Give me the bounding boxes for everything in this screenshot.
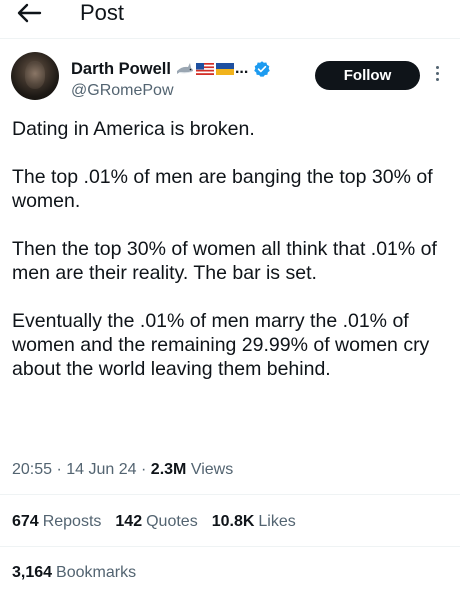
views-count: 2.3M [150,461,187,478]
engagement-stats: 674 Reposts 142 Quotes 10.8K Likes [12,512,296,532]
avatar[interactable] [11,52,59,100]
reposts-stat[interactable]: 674 Reposts [12,512,101,532]
tweet-text: Dating in America is broken. The top .01… [12,117,452,381]
page-title: Post [80,0,125,25]
author-name-row: Darth Powell ... [71,58,271,80]
tweet-paragraph: Dating in America is broken. [12,118,255,140]
display-name[interactable]: Darth Powell [71,59,171,79]
shark-emoji-icon [176,63,193,74]
verified-badge-icon [254,61,271,77]
reposts-label: Reposts [42,513,102,530]
tweet-paragraph: Then the top 30% of women all think that… [12,238,437,284]
tweet-paragraph: Eventually the .01% of men marry the .01… [12,310,430,380]
meta-separator: · [56,461,62,478]
follow-button[interactable]: Follow [315,61,420,90]
tweet-time[interactable]: 20:55 [12,461,52,478]
tweet-paragraph: The top .01% of men are banging the top … [12,166,433,212]
meta-separator: · [141,461,147,478]
header-divider [0,38,460,39]
back-button[interactable] [16,2,42,24]
views-label: Views [190,461,234,478]
arrow-left-icon [17,3,42,23]
more-vertical-icon [435,66,439,69]
name-emojis [176,62,234,76]
quotes-count: 142 [115,513,143,530]
post-header: Post [0,0,460,34]
likes-label: Likes [258,513,296,530]
more-options-button[interactable] [433,66,441,84]
tweet-meta: 20:55 · 14 Jun 24 · 2.3M Views [12,460,233,480]
likes-count: 10.8K [211,513,255,530]
meta-divider [0,494,460,495]
author-handle[interactable]: @GRomePow [71,81,174,101]
stats-divider [0,546,460,547]
name-ellipsis: ... [234,60,249,77]
bookmarks-count: 3,164 [12,564,53,581]
bookmarks-label: Bookmarks [56,564,137,581]
bookmarks-stat[interactable]: 3,164 Bookmarks [12,563,136,583]
reposts-count: 674 [12,513,39,530]
us-flag-emoji-icon [195,63,214,75]
likes-stat[interactable]: 10.8K Likes [212,512,296,532]
tweet-date[interactable]: 14 Jun 24 [66,461,136,478]
quotes-stat[interactable]: 142 Quotes [115,512,197,532]
quotes-label: Quotes [146,513,198,530]
ukraine-flag-emoji-icon [215,63,234,75]
